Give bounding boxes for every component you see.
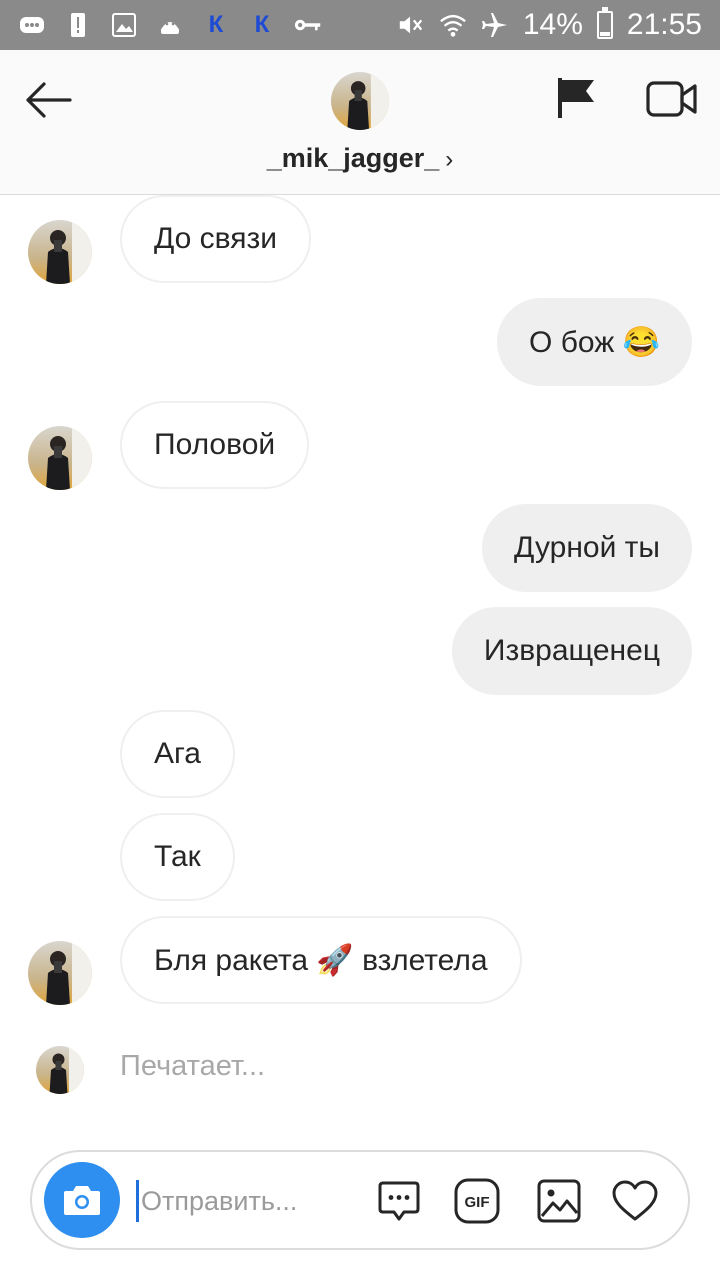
gif-icon: GIF	[454, 1178, 500, 1224]
status-right: 14% 21:55	[397, 6, 702, 44]
wifi-icon	[439, 12, 467, 38]
message-bubble-incoming[interactable]: Половой	[120, 401, 310, 489]
video-call-button[interactable]	[646, 80, 698, 118]
airplane-mode-icon	[481, 12, 509, 38]
back-button[interactable]	[22, 78, 74, 122]
vk-notification-icon: К	[208, 11, 224, 38]
typing-avatar	[36, 1046, 84, 1094]
message-bubble-incoming[interactable]: До связи	[120, 195, 312, 283]
message-bubble-incoming[interactable]: Так	[120, 813, 235, 901]
username[interactable]: _mik_jagger_	[267, 143, 440, 173]
status-bar: К К 14% 21:55	[0, 0, 720, 50]
sticker-icon	[378, 1181, 420, 1221]
header-avatar[interactable]	[331, 72, 389, 130]
chevron-right-icon: ›	[445, 146, 454, 173]
gif-button[interactable]: GIF	[454, 1178, 500, 1224]
gallery-icon	[537, 1179, 581, 1223]
heart-icon	[612, 1180, 658, 1221]
back-arrow-icon	[26, 82, 72, 118]
message-bubble-outgoing[interactable]: Извращенец	[451, 607, 692, 695]
video-call-icon	[646, 81, 697, 117]
flag-icon	[558, 78, 594, 118]
image-notification-icon	[110, 12, 138, 38]
message-bubble-incoming[interactable]: Ага	[120, 710, 235, 798]
battery-percent: 14%	[522, 8, 583, 41]
camera-icon	[64, 1186, 100, 1215]
header-username-row[interactable]: _mik_jagger_ ›	[0, 143, 720, 174]
message-input[interactable]	[136, 1180, 343, 1222]
report-flag-button[interactable]	[556, 76, 598, 120]
key-icon	[294, 12, 322, 38]
chat-header: _mik_jagger_ ›	[0, 50, 720, 195]
message-bubble-outgoing[interactable]: Дурной ты	[482, 504, 692, 592]
chat-notification-icon	[18, 12, 46, 38]
sender-avatar[interactable]	[28, 220, 92, 284]
battery-icon	[596, 7, 613, 39]
camera-button[interactable]	[44, 1162, 120, 1238]
status-left-icons: К К	[18, 10, 322, 40]
android-notification-icon	[156, 12, 184, 38]
sender-avatar[interactable]	[28, 426, 92, 490]
gallery-button[interactable]	[536, 1178, 582, 1224]
message-bubble-outgoing[interactable]: О бож 😂	[497, 298, 692, 386]
message-composer: GIF	[30, 1150, 690, 1250]
message-bubble-incoming[interactable]: Бля ракета 🚀 взлетела	[120, 916, 522, 1004]
like-button[interactable]	[612, 1178, 658, 1224]
svg-text:GIF: GIF	[465, 1194, 490, 1211]
sticker-button[interactable]	[376, 1178, 422, 1224]
vk-notification-icon-2: К	[254, 11, 270, 38]
typing-indicator: Печатает...	[120, 1050, 266, 1082]
sender-avatar[interactable]	[28, 941, 92, 1005]
mute-icon	[397, 12, 425, 38]
alert-notification-icon	[64, 12, 92, 38]
clock: 21:55	[626, 8, 702, 41]
